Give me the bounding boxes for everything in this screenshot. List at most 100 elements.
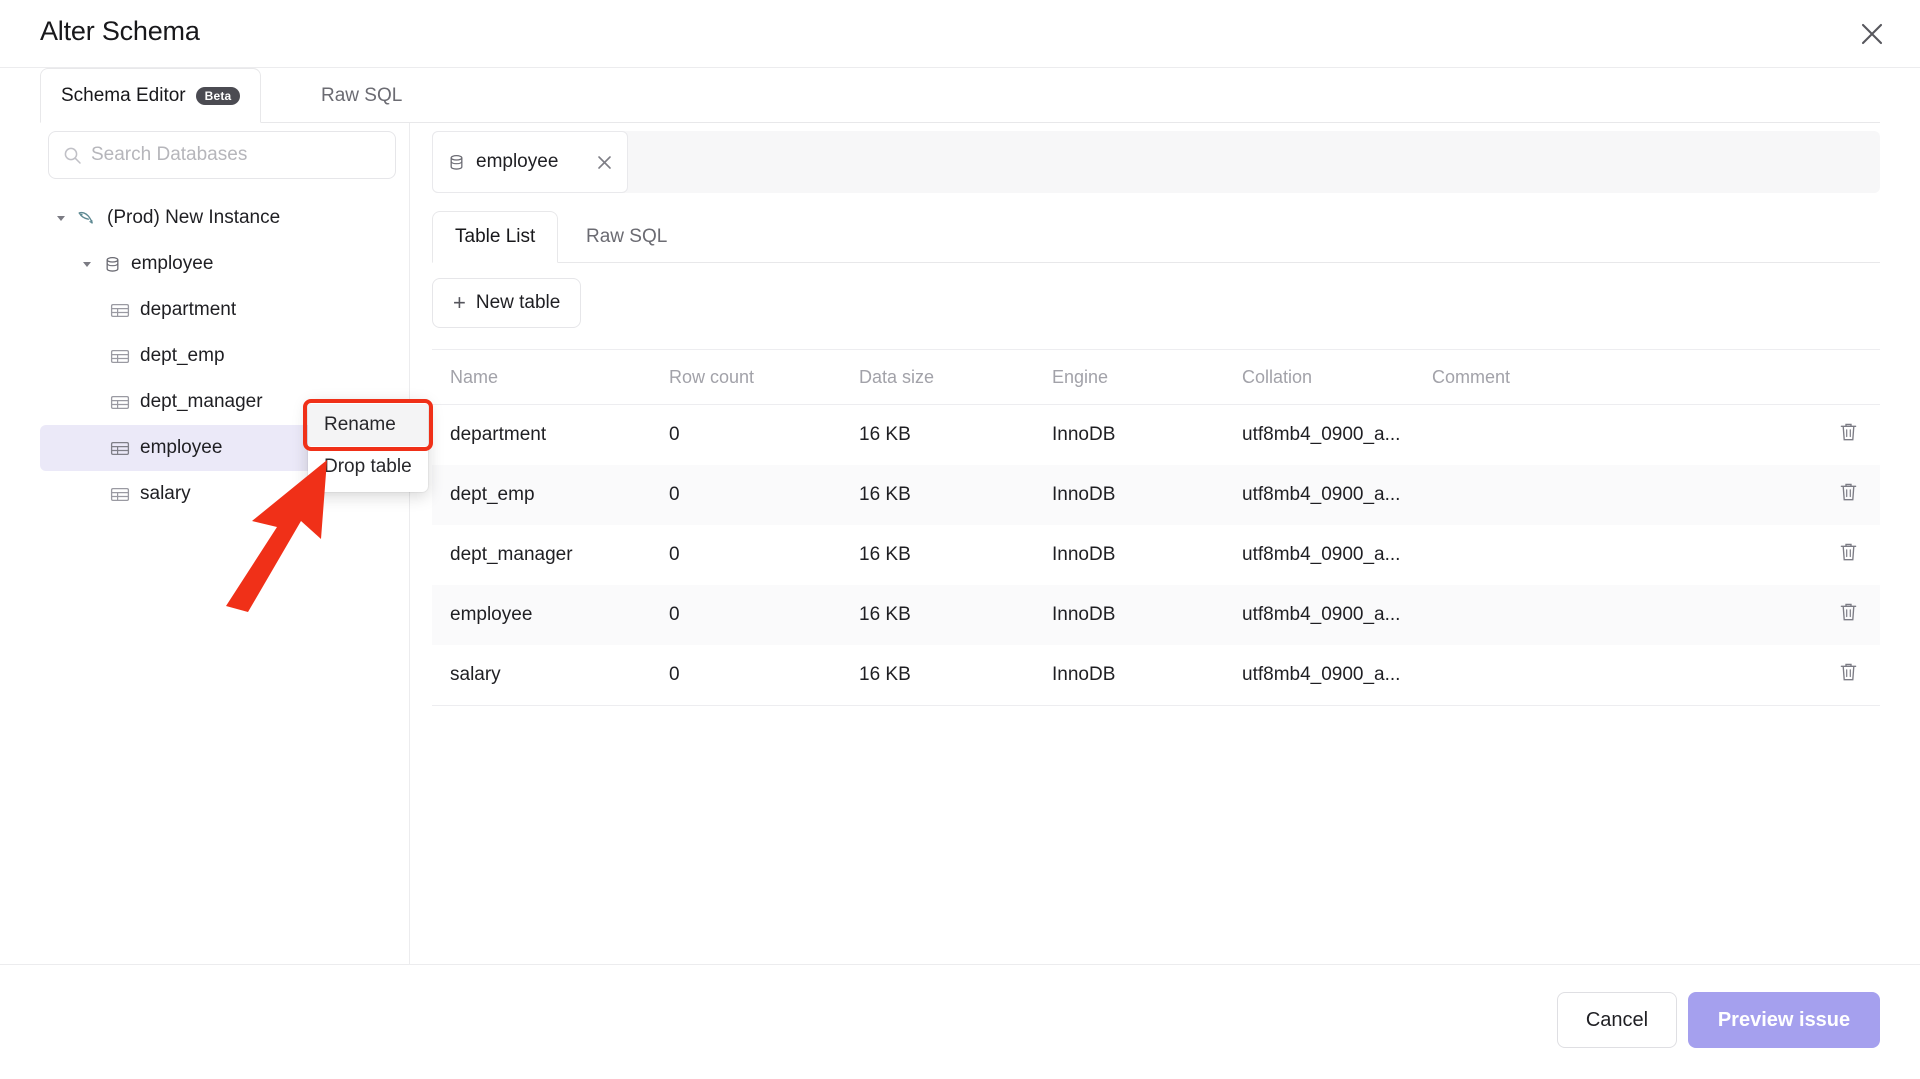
tree-item-instance-label: (Prod) New Instance	[107, 207, 281, 228]
column-header-engine: Engine	[1052, 366, 1109, 387]
new-table-button-label: New table	[475, 292, 561, 313]
cell-collation: utf8mb4_0900_a...	[1242, 604, 1401, 625]
table-row[interactable]: department 0 16 KB InnoDB utf8mb4_0900_a…	[432, 405, 1880, 465]
cancel-button-label: Cancel	[1585, 1008, 1649, 1031]
beta-badge: Beta	[195, 86, 241, 105]
table-bottom-divider	[432, 705, 1880, 706]
top-tab-bar: Schema Editor Beta Raw SQL	[0, 68, 1920, 123]
dialog-header: Alter Schema	[0, 0, 1920, 68]
table-row[interactable]: employee 0 16 KB InnoDB utf8mb4_0900_a..…	[432, 585, 1880, 645]
context-menu-item-rename-label: Rename	[324, 414, 396, 435]
context-menu: Rename Drop table	[308, 400, 428, 492]
cell-name: dept_manager	[450, 544, 573, 565]
trash-icon[interactable]	[1839, 602, 1858, 629]
close-icon[interactable]	[593, 151, 615, 173]
tab-raw-sql-label: Raw SQL	[321, 84, 403, 106]
tree-item-table-label: employee	[140, 437, 223, 458]
cell-row-count: 0	[669, 544, 680, 565]
table-icon	[110, 348, 130, 365]
tab-raw-sql-inner-label: Raw SQL	[586, 226, 668, 247]
chevron-down-icon[interactable]	[80, 257, 94, 271]
trash-icon[interactable]	[1839, 482, 1858, 509]
search-placeholder: Search Databases	[91, 144, 248, 165]
cell-row-count: 0	[669, 604, 680, 625]
tab-raw-sql[interactable]: Raw SQL	[300, 68, 423, 123]
dialog-body: Search Databases (Prod) New Instance emp…	[0, 123, 1920, 964]
table-row[interactable]: salary 0 16 KB InnoDB utf8mb4_0900_a...	[432, 645, 1880, 705]
tree-item-table-label: department	[140, 299, 237, 320]
tree-item-instance[interactable]: (Prod) New Instance	[40, 195, 402, 241]
main-pane: employee Table List Raw SQL + New table …	[420, 123, 1880, 964]
table-icon	[110, 394, 130, 411]
tree-item-table-label: salary	[140, 483, 191, 504]
tab-schema-editor[interactable]: Schema Editor Beta	[40, 68, 262, 123]
context-menu-item-drop-table-label: Drop table	[324, 456, 412, 477]
table-list: Name Row count Data size Engine Collatio…	[432, 349, 1880, 706]
cell-collation: utf8mb4_0900_a...	[1242, 484, 1401, 505]
cell-collation: utf8mb4_0900_a...	[1242, 544, 1401, 565]
dialog-footer: Cancel Preview issue	[0, 964, 1920, 1079]
trash-icon[interactable]	[1839, 542, 1858, 569]
cell-data-size: 16 KB	[859, 664, 911, 685]
tree-item-table-dept-emp[interactable]: dept_emp	[40, 333, 402, 379]
column-header-comment: Comment	[1432, 366, 1511, 387]
sidebar: Search Databases (Prod) New Instance emp…	[40, 123, 410, 964]
inner-tab-bar: Table List Raw SQL	[432, 211, 1880, 263]
cell-name: employee	[450, 604, 533, 625]
table-row[interactable]: dept_emp 0 16 KB InnoDB utf8mb4_0900_a..…	[432, 465, 1880, 525]
column-header-name: Name	[450, 366, 499, 387]
database-tab-label: employee	[476, 151, 559, 172]
tree-item-database-employee[interactable]: employee	[40, 241, 402, 287]
tree-item-table-label: dept_manager	[140, 391, 263, 412]
context-menu-item-rename[interactable]: Rename	[308, 404, 428, 446]
trash-icon[interactable]	[1839, 422, 1858, 449]
column-header-row-count: Row count	[669, 366, 755, 387]
plus-icon: +	[453, 290, 466, 315]
context-menu-item-drop-table[interactable]: Drop table	[308, 446, 428, 488]
cell-engine: InnoDB	[1052, 664, 1116, 685]
database-tab-strip: employee	[432, 131, 1880, 193]
preview-issue-button[interactable]: Preview issue	[1688, 992, 1880, 1048]
cell-row-count: 0	[669, 664, 680, 685]
cell-data-size: 16 KB	[859, 604, 911, 625]
table-icon	[110, 440, 130, 457]
cell-data-size: 16 KB	[859, 484, 911, 505]
tree-item-table-department[interactable]: department	[40, 287, 402, 333]
cell-engine: InnoDB	[1052, 484, 1116, 505]
table-row[interactable]: dept_manager 0 16 KB InnoDB utf8mb4_0900…	[432, 525, 1880, 585]
preview-issue-button-label: Preview issue	[1717, 1008, 1851, 1031]
chevron-down-icon[interactable]	[54, 211, 68, 225]
tab-table-list[interactable]: Table List	[432, 211, 559, 263]
column-header-data-size: Data size	[859, 366, 935, 387]
cell-engine: InnoDB	[1052, 424, 1116, 445]
mysql-dolphin-icon	[76, 208, 98, 228]
cell-collation: utf8mb4_0900_a...	[1242, 424, 1401, 445]
search-icon	[63, 146, 82, 165]
cell-engine: InnoDB	[1052, 544, 1116, 565]
database-tab-employee[interactable]: employee	[432, 131, 628, 193]
cancel-button[interactable]: Cancel	[1557, 992, 1677, 1048]
database-icon	[103, 255, 122, 274]
search-input[interactable]: Search Databases	[48, 131, 396, 179]
new-table-button[interactable]: + New table	[432, 278, 582, 328]
table-icon	[110, 486, 130, 503]
table-header-row: Name Row count Data size Engine Collatio…	[432, 349, 1880, 405]
page-title: Alter Schema	[40, 16, 200, 46]
cell-name: salary	[450, 664, 501, 685]
tab-raw-sql-inner[interactable]: Raw SQL	[564, 211, 689, 263]
cell-data-size: 16 KB	[859, 544, 911, 565]
column-header-collation: Collation	[1242, 366, 1313, 387]
tree-item-table-label: dept_emp	[140, 345, 225, 366]
trash-icon[interactable]	[1839, 662, 1858, 689]
tab-schema-editor-label: Schema Editor	[61, 84, 186, 106]
alter-schema-dialog: Alter Schema Schema Editor Beta Raw SQL	[0, 0, 1920, 1079]
tree-item-database-label: employee	[131, 253, 214, 274]
cell-name: dept_emp	[450, 484, 535, 505]
database-icon	[447, 153, 466, 172]
cell-collation: utf8mb4_0900_a...	[1242, 664, 1401, 685]
table-icon	[110, 302, 130, 319]
cell-row-count: 0	[669, 424, 680, 445]
tab-table-list-label: Table List	[455, 226, 536, 247]
close-icon[interactable]	[1852, 14, 1892, 54]
cell-engine: InnoDB	[1052, 604, 1116, 625]
